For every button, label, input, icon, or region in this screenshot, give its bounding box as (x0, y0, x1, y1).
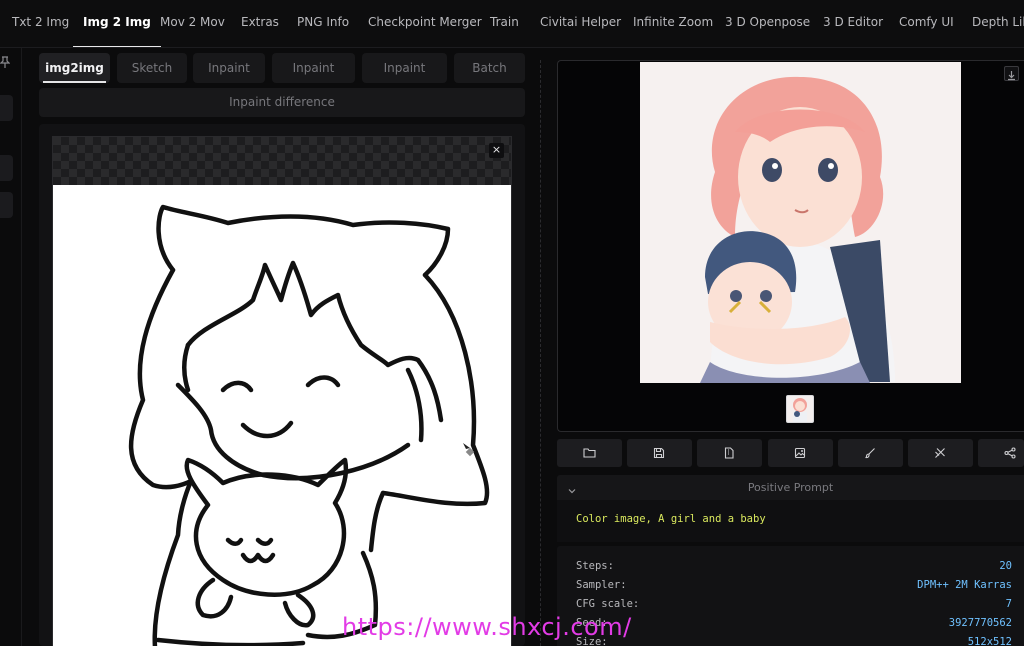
line-drawing (128, 204, 490, 646)
subtab-inpaint-upload[interactable]: Inpaint upload (362, 53, 447, 105)
tab-3d-editor[interactable]: 3 D Editor (823, 0, 883, 47)
positive-prompt-text: Color image, A girl and a baby (576, 513, 766, 525)
tab-extras[interactable]: Extras (241, 0, 279, 47)
param-value: 7 (1005, 598, 1012, 610)
collapsed-sidebar (0, 48, 22, 646)
positive-prompt-box: Color image, A girl and a baby (557, 500, 1024, 542)
download-icon[interactable] (1004, 66, 1019, 81)
tab-3d-openpose[interactable]: 3 D Openpose (725, 0, 810, 47)
tab-txt2img[interactable]: Txt 2 Img (12, 0, 69, 47)
generated-girl-baby-illustration (640, 62, 961, 383)
param-key: Steps: (576, 560, 614, 572)
tab-civitai-helper[interactable]: Civitai Helper (540, 0, 621, 47)
sidebar-stub[interactable] (0, 95, 13, 121)
positive-prompt-label: Positive Prompt (747, 481, 834, 494)
sidebar-stub[interactable] (0, 155, 13, 181)
image-canvas[interactable] (52, 136, 512, 646)
tab-img2img[interactable]: Img 2 Img (73, 0, 161, 47)
tab-train[interactable]: Train (490, 0, 519, 47)
sidebar-stub[interactable] (0, 192, 13, 218)
brush-icon (865, 448, 875, 459)
top-tab-bar: Txt 2 Img Img 2 Img Mov 2 Mov Extras PNG… (0, 0, 1024, 48)
pin-icon[interactable] (0, 56, 11, 71)
tab-checkpoint-merger[interactable]: Checkpoint Merger (368, 0, 482, 47)
share-button[interactable] (978, 439, 1024, 467)
send-to-img2img-button[interactable] (768, 439, 833, 467)
subtab-inpaint[interactable]: Inpaint (193, 53, 265, 83)
zip-icon (724, 447, 734, 459)
save-button[interactable] (627, 439, 692, 467)
zip-button[interactable] (697, 439, 762, 467)
sketch-image (53, 185, 511, 646)
folder-icon (583, 448, 596, 458)
tab-mov2mov[interactable]: Mov 2 Mov (160, 0, 225, 47)
open-folder-button[interactable] (557, 439, 622, 467)
subtab-inpaint-sketch[interactable]: Inpaint sketch (272, 53, 355, 105)
column-divider (540, 60, 541, 646)
param-key: Sampler: (576, 579, 627, 591)
inpaint-icon (935, 448, 945, 458)
subtab-inpaint-difference[interactable]: Inpaint difference (39, 88, 525, 117)
share-icon (1004, 447, 1016, 459)
param-value: DPM++ 2M Karras (917, 579, 1012, 591)
positive-prompt-accordion[interactable]: Positive Prompt (557, 475, 1024, 500)
send-to-extras-button[interactable] (908, 439, 973, 467)
send-to-inpaint-button[interactable] (838, 439, 903, 467)
save-icon (653, 447, 665, 459)
image-icon (794, 447, 806, 459)
subtab-batch[interactable]: Batch (454, 53, 525, 83)
tab-comfy-ui[interactable]: Comfy UI (899, 0, 954, 47)
subtab-sketch[interactable]: Sketch (117, 53, 187, 83)
subtab-img2img[interactable]: img2img (39, 53, 110, 83)
tab-png-info[interactable]: PNG Info (297, 0, 349, 47)
gallery-thumbnail[interactable] (786, 395, 814, 423)
param-value: 3927770562 (948, 617, 1012, 629)
generated-image[interactable] (640, 62, 961, 383)
param-key: CFG scale: (576, 598, 640, 610)
param-row: Steps: 20 (557, 560, 1024, 578)
param-value: 512x512 (967, 636, 1012, 646)
tab-depth-library[interactable]: Depth Libr (972, 0, 1024, 47)
watermark-url: https://www.shxcj.com/ (342, 613, 632, 641)
transparency-checkerboard (53, 137, 511, 185)
param-row: Sampler: DPM++ 2M Karras (557, 579, 1024, 597)
tab-infinite-zoom[interactable]: Infinite Zoom (633, 0, 713, 47)
param-value: 20 (999, 560, 1012, 572)
clear-image-button[interactable]: × (489, 143, 504, 158)
